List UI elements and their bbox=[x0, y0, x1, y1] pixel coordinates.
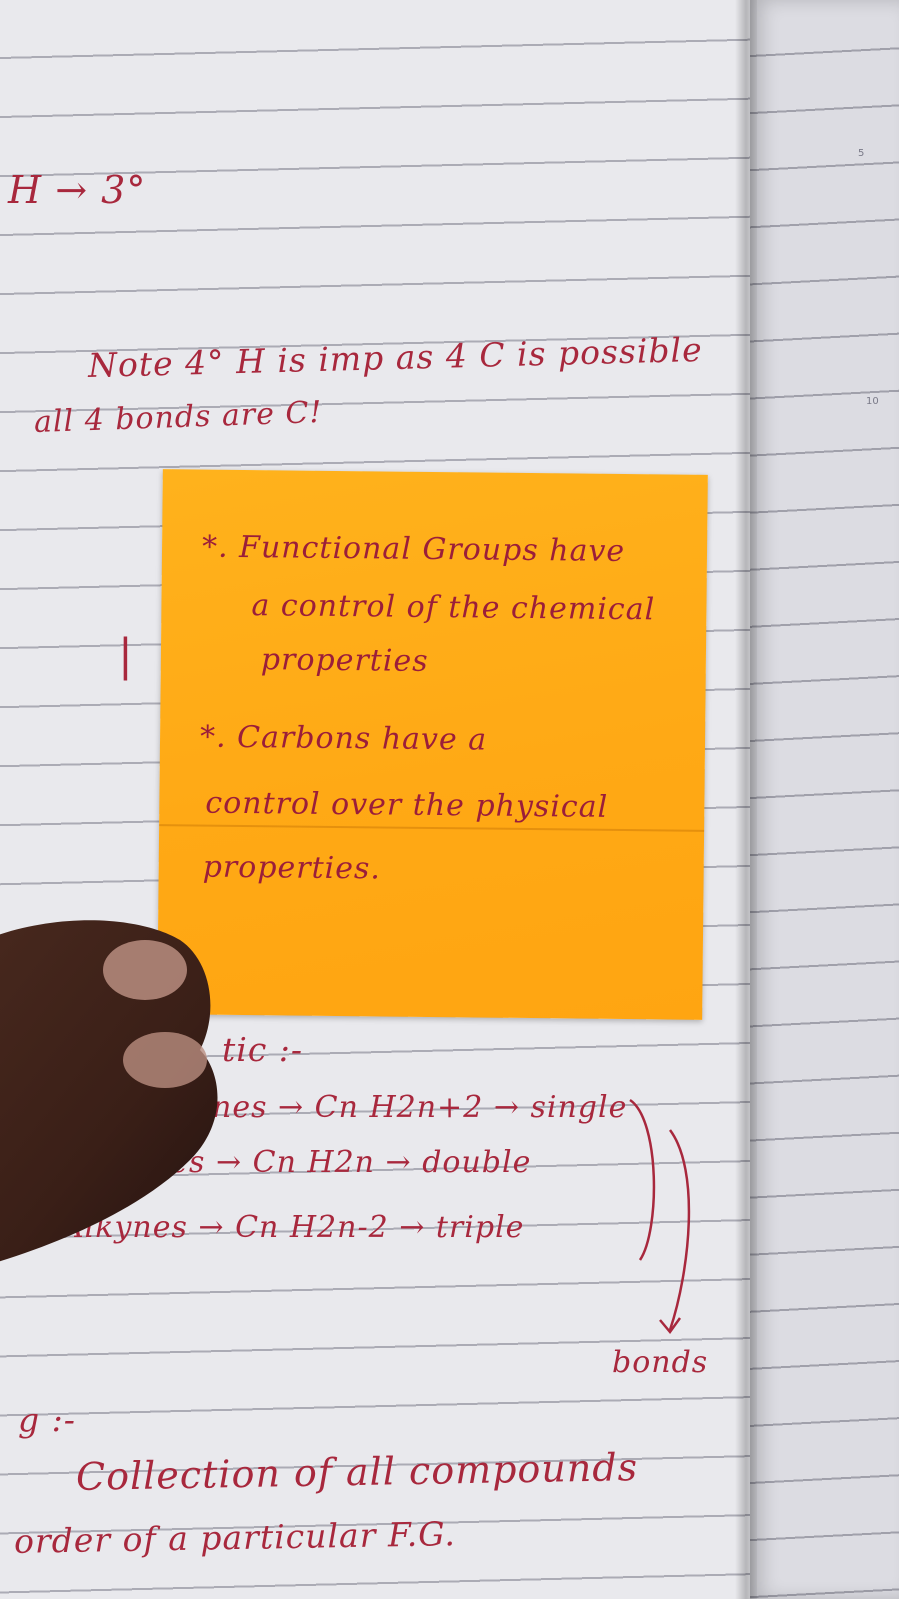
sticky-point-1-line-1: *. Functional Groups have bbox=[201, 529, 626, 570]
page-number: 5 bbox=[858, 148, 865, 159]
bracket-arrow bbox=[629, 1098, 691, 1335]
top-fragment-text: H → 3° bbox=[8, 168, 147, 212]
notebook-right-page bbox=[750, 0, 899, 1599]
page-number: 10 bbox=[866, 396, 879, 407]
definition-line-2: order of a particular F.G. bbox=[13, 1514, 457, 1561]
lower-heading: tic :- bbox=[222, 1030, 304, 1069]
sticky-point-2-line-3: properties. bbox=[202, 849, 382, 887]
sticky-point-1-line-3: properties bbox=[260, 642, 429, 679]
bonds-label: bonds bbox=[612, 1345, 709, 1380]
margin-mark: | bbox=[118, 630, 134, 681]
sticky-point-2-line-2: control over the physical bbox=[205, 785, 609, 825]
photo-scene: 5 10 H → 3° Note 4° H is imp as 4 C is p… bbox=[0, 0, 899, 1599]
sticky-note: *. Functional Groups have a control of t… bbox=[157, 469, 708, 1020]
hand-thumb bbox=[0, 920, 218, 1262]
eg-label: g :- bbox=[18, 1400, 76, 1439]
alkanes-row: nes → Cn H2n+2 → single bbox=[212, 1090, 628, 1125]
sticky-fold-crease bbox=[159, 824, 705, 832]
sticky-point-2-line-1: *. Carbons have a bbox=[199, 719, 488, 758]
notebook-gutter bbox=[735, 0, 757, 1599]
sticky-point-1-line-2: a control of the chemical bbox=[251, 588, 656, 628]
